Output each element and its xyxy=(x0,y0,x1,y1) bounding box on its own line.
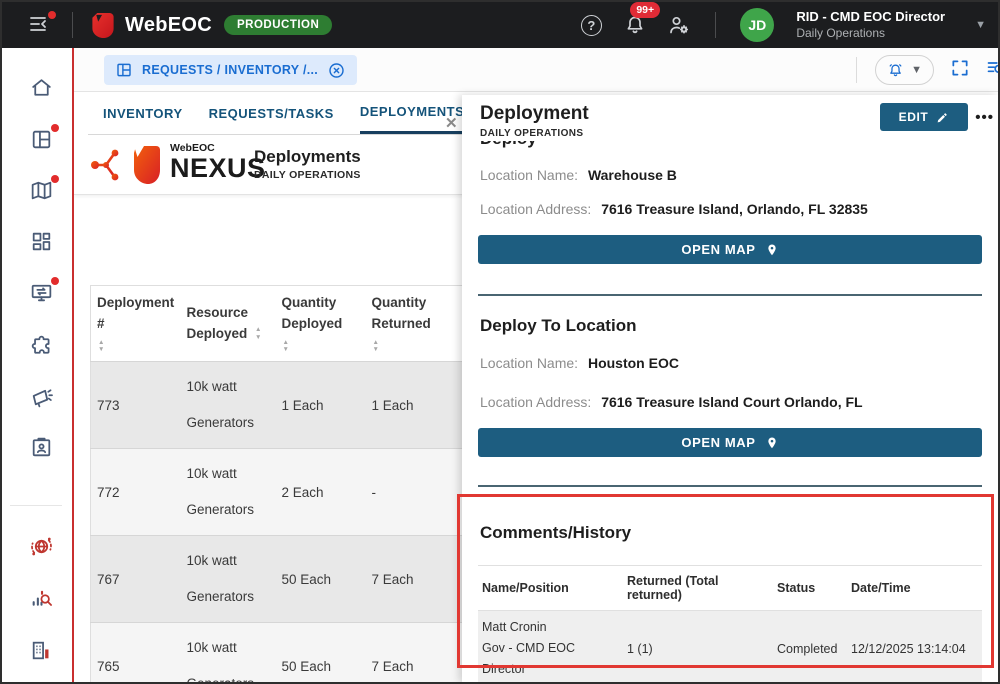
workspace-bar-divider xyxy=(856,57,857,83)
col-quantity-deployed[interactable]: Quantity Deployed ▲▼ xyxy=(276,286,366,362)
user-avatar[interactable]: JD xyxy=(740,8,774,42)
fullscreen-icon[interactable] xyxy=(950,58,970,83)
maps-icon[interactable] xyxy=(29,178,55,204)
open-map-button[interactable]: OPEN MAP xyxy=(478,235,982,264)
displays-alert-dot xyxy=(51,277,59,285)
nexus-j-logo xyxy=(130,144,162,186)
user-admin-icon[interactable] xyxy=(667,13,691,37)
detail-subtitle: DAILY OPERATIONS xyxy=(480,128,583,139)
header-divider xyxy=(715,12,716,38)
announcements-icon[interactable] xyxy=(29,384,55,410)
dashboards-icon[interactable] xyxy=(29,229,55,255)
board-list-search-icon[interactable] xyxy=(986,58,998,83)
global-network-icon[interactable] xyxy=(29,534,55,560)
more-options-icon[interactable]: ••• xyxy=(975,109,994,126)
top-header: WebEOC PRODUCTION ? 99+ JD RID - CMD EOC xyxy=(2,2,998,48)
sidebar-divider xyxy=(10,505,62,506)
user-menu[interactable]: RID - CMD EOC Director Daily Operations xyxy=(796,9,945,40)
home-icon[interactable] xyxy=(29,75,55,101)
datetime-value: 12/12/2025 13:14:04 xyxy=(847,611,982,684)
col-date-time: Date/Time xyxy=(847,566,982,611)
section-divider xyxy=(478,294,982,296)
col-quantity-returned[interactable]: Quantity Returned ▲▼ xyxy=(366,286,461,362)
juvare-shield-logo xyxy=(91,12,115,39)
workspace-tab-label: REQUESTS / INVENTORY /... xyxy=(142,63,318,77)
deploy-to-heading: Deploy To Location xyxy=(480,316,636,336)
board-layout-icon xyxy=(115,61,133,79)
sidebar-red-rule xyxy=(72,48,74,682)
open-map-button[interactable]: OPEN MAP xyxy=(478,428,982,457)
sort-icon[interactable]: ▲▼ xyxy=(373,339,461,354)
board-title: Deployments xyxy=(254,147,361,167)
deploy-to-location-name: Location Name: Houston EOC xyxy=(480,355,679,371)
sort-icon[interactable]: ▲▼ xyxy=(283,339,366,354)
left-sidebar xyxy=(2,48,72,682)
nexus-network-icon xyxy=(88,144,130,186)
comments-row[interactable]: Matt Cronin Gov - CMD EOC Director 1 (1)… xyxy=(478,611,982,684)
tab-requests-tasks[interactable]: REQUESTS/TASKS xyxy=(209,92,334,134)
user-menu-caret-icon[interactable]: ▼ xyxy=(975,19,986,31)
organization-icon[interactable] xyxy=(29,638,55,664)
environment-badge: PRODUCTION xyxy=(224,15,332,35)
contacts-icon[interactable] xyxy=(29,435,55,461)
status-value: Completed xyxy=(773,611,847,684)
analytics-search-icon[interactable] xyxy=(29,586,55,612)
comments-history-heading: Comments/History xyxy=(480,523,631,543)
section-divider xyxy=(478,485,982,487)
bell-ring-icon xyxy=(887,62,904,79)
pencil-icon xyxy=(936,111,949,124)
webeoc-app: WebEOC PRODUCTION ? 99+ JD RID - CMD EOC xyxy=(0,0,1000,684)
sidebar-collapse-icon[interactable] xyxy=(28,12,54,38)
close-workspace-icon[interactable] xyxy=(327,61,346,80)
clipped-section-heading: Deploy xyxy=(480,141,680,150)
col-name-position: Name/Position xyxy=(478,566,623,611)
bell-dropdown-caret-icon: ▼ xyxy=(911,64,922,76)
header-divider xyxy=(72,12,73,38)
help-icon[interactable]: ? xyxy=(579,13,603,37)
plugins-icon[interactable] xyxy=(29,333,55,359)
displays-icon[interactable] xyxy=(29,280,55,306)
commenter-name: Matt Cronin xyxy=(482,617,619,638)
edit-button[interactable]: EDIT xyxy=(880,103,968,131)
notifications-bell-icon[interactable]: 99+ xyxy=(623,13,647,37)
nexus-wordmark: WebEOC NEXUS xyxy=(170,143,266,182)
deployment-detail-panel: Deployment DAILY OPERATIONS EDIT ••• Dep… xyxy=(462,95,998,682)
map-pin-icon xyxy=(765,436,779,450)
app-name: WebEOC xyxy=(125,14,212,37)
boards-alert-dot xyxy=(51,124,59,132)
board-notifications-dropdown[interactable]: ▼ xyxy=(875,55,934,85)
commenter-position: Gov - CMD EOC Director xyxy=(482,638,619,680)
workspace-tab[interactable]: REQUESTS / INVENTORY /... xyxy=(104,55,357,85)
workspace-bar: REQUESTS / INVENTORY /... ▼ xyxy=(74,48,998,92)
detail-panel-close-icon[interactable]: ✕ xyxy=(445,114,458,132)
col-resource-deployed[interactable]: Resource Deployed ▲▼ xyxy=(181,286,276,362)
deploy-from-location-name: Location Name: Warehouse B xyxy=(480,167,677,183)
notification-count-badge: 99+ xyxy=(630,2,660,18)
comments-history-table: Name/Position Returned (Total returned) … xyxy=(478,565,982,684)
col-returned-total: Returned (Total returned) xyxy=(623,566,773,611)
sort-icon[interactable]: ▲▼ xyxy=(98,339,181,354)
sort-icon[interactable]: ▲▼ xyxy=(255,326,261,341)
map-pin-icon xyxy=(765,243,779,257)
col-deployment-number[interactable]: Deployment # ▲▼ xyxy=(91,286,181,362)
deploy-to-location-address: Location Address: 7616 Treasure Island C… xyxy=(480,394,863,410)
returned-value: 1 (1) xyxy=(623,611,773,684)
user-incident: Daily Operations xyxy=(796,26,945,41)
boards-icon[interactable] xyxy=(29,127,55,153)
detail-title: Deployment xyxy=(480,103,589,125)
board-subtitle: DAILY OPERATIONS xyxy=(254,169,361,181)
nexus-brand-top: WebEOC xyxy=(170,143,266,154)
deploy-from-location-address: Location Address: 7616 Treasure Island, … xyxy=(480,201,868,217)
tab-inventory[interactable]: INVENTORY xyxy=(103,92,183,134)
menu-alert-dot xyxy=(48,11,56,19)
maps-alert-dot xyxy=(51,175,59,183)
user-role: RID - CMD EOC Director xyxy=(796,9,945,25)
col-status: Status xyxy=(773,566,847,611)
nexus-brand-main: NEXUS xyxy=(170,155,266,182)
comments-header-row: Name/Position Returned (Total returned) … xyxy=(478,566,982,611)
